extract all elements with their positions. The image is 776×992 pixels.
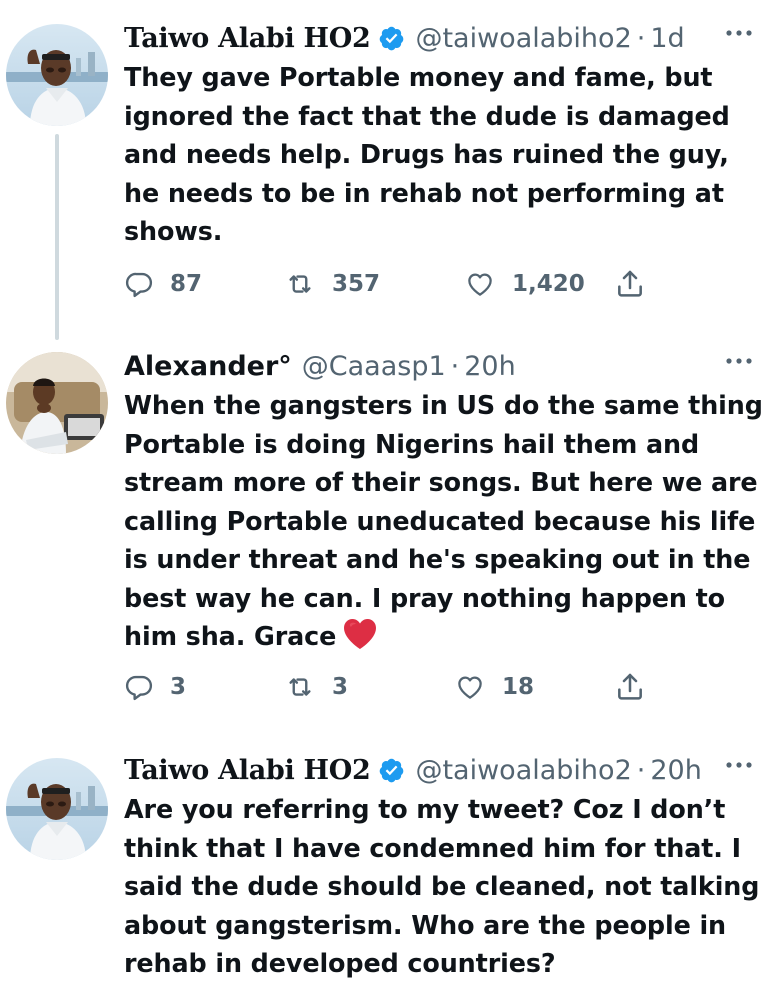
avatar-taiwo[interactable] <box>6 758 108 860</box>
thread-line <box>55 134 59 340</box>
separator: · <box>636 22 646 54</box>
tweet-header: Taiwo Alabi 𝐇𝐎𝟐 @taiwoalabiho2 · 1d <box>124 20 754 56</box>
more-icon[interactable] <box>724 354 754 368</box>
timestamp[interactable]: 20h <box>650 755 701 786</box>
reply-button[interactable]: 87 <box>124 269 284 299</box>
heart-icon <box>458 676 482 699</box>
tweet-text: When the gangsters in US do the same thi… <box>124 386 764 656</box>
reply-icon <box>125 272 153 298</box>
tweet-text-content: When the gangsters in US do the same thi… <box>124 390 763 651</box>
avatar-alexander[interactable] <box>6 352 108 454</box>
retweet-button[interactable]: 357 <box>284 269 464 299</box>
reply-icon <box>125 675 153 701</box>
timestamp[interactable]: 1d <box>650 23 684 54</box>
verified-badge-icon <box>380 26 404 50</box>
retweet-count: 3 <box>332 674 349 700</box>
reply-count: 3 <box>170 674 187 700</box>
verified-badge-icon <box>380 758 404 782</box>
more-icon[interactable] <box>724 26 754 40</box>
tweet-2[interactable]: Alexander° @Caaasp1 · 20h When the gangs… <box>0 340 776 740</box>
share-button[interactable] <box>614 268 646 300</box>
like-count: 18 <box>502 674 535 700</box>
tweet-header: Taiwo Alabi 𝐇𝐎𝟐 @taiwoalabiho2 · 20h <box>124 752 754 788</box>
retweet-icon <box>289 678 311 696</box>
retweet-count: 357 <box>332 271 381 297</box>
author-name[interactable]: Alexander° <box>124 351 292 382</box>
tweet-header: Alexander° @Caaasp1 · 20h <box>124 348 754 384</box>
tweet-actions: 87 357 1,420 <box>124 264 684 304</box>
author-handle[interactable]: @taiwoalabiho2 <box>415 755 631 786</box>
reply-count: 87 <box>170 271 203 297</box>
like-button[interactable]: 18 <box>454 672 614 702</box>
avatar-taiwo[interactable] <box>6 24 108 126</box>
author-handle[interactable]: @taiwoalabiho2 <box>415 23 631 54</box>
retweet-icon <box>289 275 311 293</box>
reply-button[interactable]: 3 <box>124 672 284 702</box>
heart-icon <box>468 273 492 296</box>
share-button[interactable] <box>614 671 646 703</box>
share-icon <box>618 270 642 297</box>
like-count: 1,420 <box>512 271 585 297</box>
share-icon <box>618 673 642 700</box>
tweet-1[interactable]: Taiwo Alabi 𝐇𝐎𝟐 @taiwoalabiho2 · 1d They… <box>0 0 776 340</box>
red-heart-emoji-icon <box>344 619 377 649</box>
author-name[interactable]: Taiwo Alabi 𝐇𝐎𝟐 <box>124 755 371 786</box>
author-name[interactable]: Taiwo Alabi 𝐇𝐎𝟐 <box>124 23 371 54</box>
more-icon[interactable] <box>724 758 754 772</box>
separator: · <box>636 754 646 786</box>
like-button[interactable]: 1,420 <box>464 269 614 299</box>
retweet-button[interactable]: 3 <box>284 672 454 702</box>
tweet-text: They gave Portable money and fame, but i… <box>124 62 730 246</box>
timestamp[interactable]: 20h <box>464 351 515 382</box>
tweet-actions: 3 3 18 <box>124 667 684 707</box>
separator: · <box>450 350 460 382</box>
tweet-3[interactable]: Taiwo Alabi 𝐇𝐎𝟐 @taiwoalabiho2 · 20h Are… <box>0 740 776 992</box>
author-handle[interactable]: @Caaasp1 <box>302 351 446 382</box>
tweet-text: Are you referring to my tweet? Coz I don… <box>124 794 760 978</box>
